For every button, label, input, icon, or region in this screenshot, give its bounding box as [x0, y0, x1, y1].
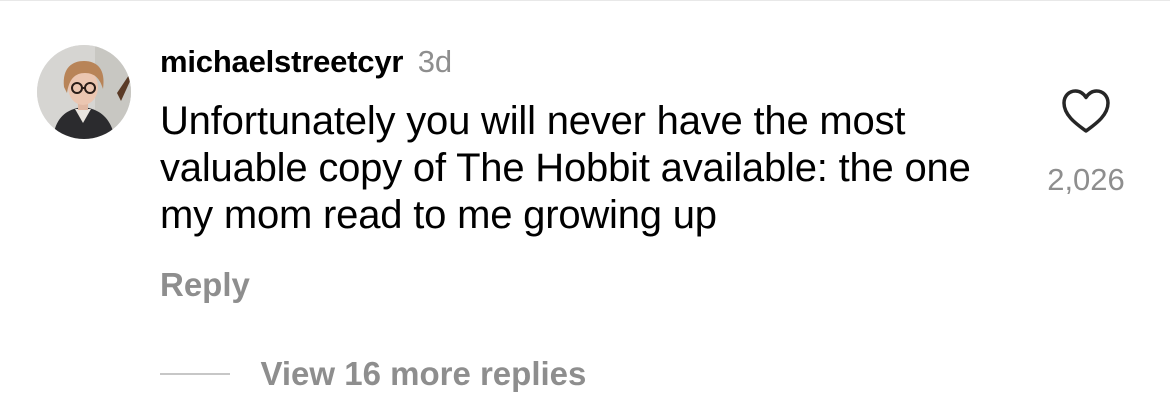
- reply-button[interactable]: Reply: [160, 266, 250, 304]
- comment-timestamp: 3d: [417, 44, 453, 79]
- comment-item: michaelstreetcyr 3d Unfortunately you wi…: [0, 0, 1170, 409]
- username-link[interactable]: michaelstreetcyr: [160, 44, 403, 79]
- view-replies-button[interactable]: View 16 more replies: [160, 355, 586, 403]
- comment-header: michaelstreetcyr 3d: [160, 44, 452, 84]
- heart-outline-icon[interactable]: [1060, 87, 1112, 135]
- avatar-photo: [37, 45, 131, 139]
- top-divider: [0, 0, 1170, 1]
- view-replies-label: View 16 more replies: [260, 355, 587, 392]
- like-count: 2,026: [1047, 162, 1125, 197]
- replies-divider-line: [160, 373, 230, 375]
- avatar[interactable]: [37, 45, 131, 139]
- comment-body: Unfortunately you will never have the mo…: [160, 99, 971, 237]
- like-area: 2,026: [1030, 82, 1142, 202]
